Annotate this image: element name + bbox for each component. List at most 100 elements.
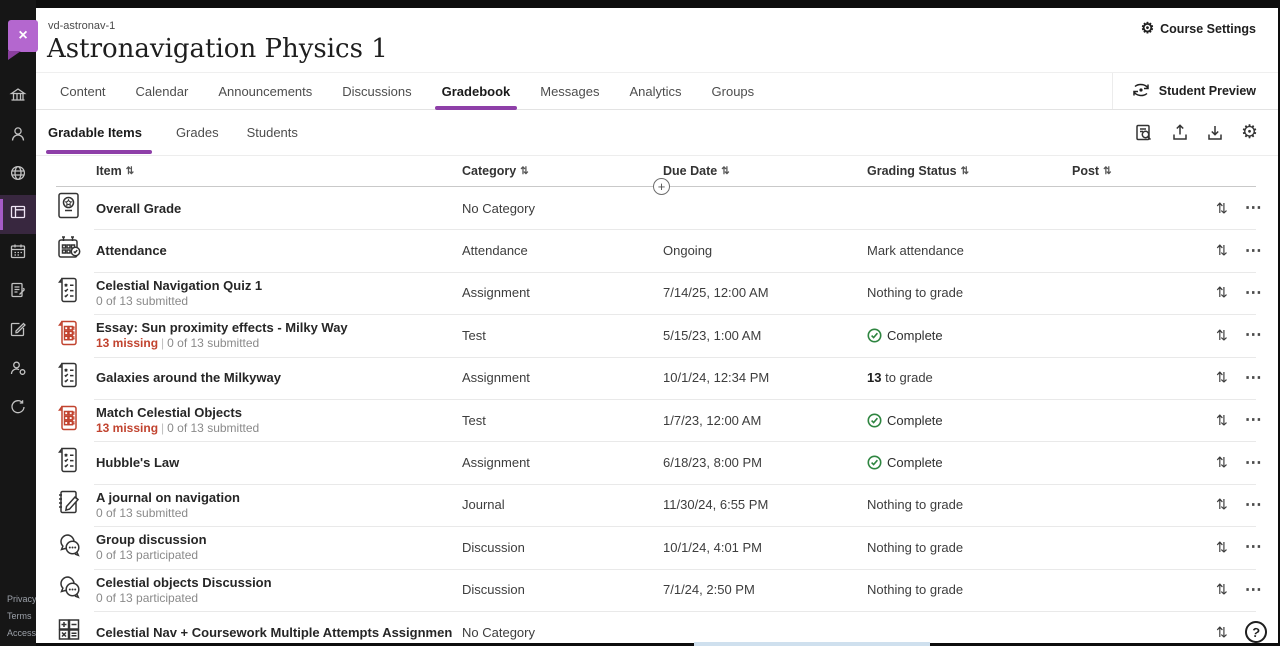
column-header-post[interactable]: Post⇅ [1072,164,1216,178]
student-preview-button[interactable]: Student Preview [1112,73,1278,109]
table-row[interactable]: Celestial objects Discussion 0 of 13 par… [56,569,1256,611]
item-title[interactable]: Match Celestial Objects [96,405,452,420]
sidebar-item-admin-tools[interactable] [0,351,36,390]
gradable-items-table: Overall Grade No Category ⇅⋯ Attendance … [36,187,1278,643]
item-due-date: 5/15/23, 1:00 AM [663,328,867,343]
sidebar-item-grades[interactable] [0,273,36,312]
column-header-grading-status[interactable]: Grading Status⇅ [867,164,1072,178]
table-row[interactable]: A journal on navigation 0 of 13 submitte… [56,484,1256,526]
course-panel: vd-astronav-1 Astronavigation Physics 1 … [36,8,1278,643]
item-title[interactable]: A journal on navigation [96,490,452,505]
item-title[interactable]: Galaxies around the Milkyway [96,370,452,385]
tab-groups[interactable]: Groups [697,73,770,109]
row-menu-button[interactable]: ⋯ [1245,288,1263,298]
privacy-link[interactable]: Privacy [7,591,36,608]
gradable-items-table-header: Item⇅ Category⇅ Due Date⇅ Grading Status… [56,156,1256,187]
tab-discussions[interactable]: Discussions [327,73,426,109]
row-menu-button[interactable]: ⋯ [1245,500,1263,510]
item-submitted-count: 0 of 13 submitted [167,336,259,350]
tab-students[interactable]: Students [233,125,312,140]
sidebar-item-calendar[interactable] [0,234,36,273]
column-header-due-date[interactable]: Due Date⇅ [663,164,867,178]
tab-gradebook[interactable]: Gradebook [427,73,526,109]
close-course-button[interactable]: × [8,20,38,60]
course-settings-button[interactable]: ⚙ Course Settings [1141,21,1256,36]
tab-messages[interactable]: Messages [525,73,614,109]
reorder-handle-icon[interactable]: ⇅ [1216,624,1228,641]
table-row[interactable]: Group discussion 0 of 13 participated Di… [56,526,1256,568]
reorder-handle-icon[interactable]: ⇅ [1216,539,1228,556]
item-due-date: 11/30/24, 6:55 PM [663,497,867,512]
table-row[interactable]: Galaxies around the Milkyway Assignment … [56,357,1256,399]
item-grading-status: Complete [867,413,1072,428]
reorder-handle-icon[interactable]: ⇅ [1216,327,1228,344]
item-category: Assignment [462,285,663,300]
attendance-icon [56,234,82,267]
reorder-handle-icon[interactable]: ⇅ [1216,200,1228,217]
item-title[interactable]: Overall Grade [96,201,452,216]
table-row[interactable]: Hubble's Law Assignment 6/18/23, 8:00 PM… [56,441,1256,483]
upload-gradebook-icon[interactable] [1171,123,1189,142]
tab-gradable-items[interactable]: Gradable Items [48,125,162,140]
sidebar-item-sign-out[interactable] [0,390,36,429]
item-title[interactable]: Celestial Nav + Coursework Multiple Atte… [96,625,452,640]
add-item-button[interactable]: + [653,178,670,195]
tab-announcements[interactable]: Announcements [203,73,327,109]
sidebar-item-activity[interactable] [0,156,36,195]
download-gradebook-icon[interactable] [1206,123,1224,142]
row-menu-button[interactable]: ⋯ [1245,203,1263,213]
assignment-icon [56,361,80,394]
column-header-category[interactable]: Category⇅ [462,164,663,178]
column-header-item[interactable]: Item⇅ [96,164,462,178]
row-menu-button[interactable]: ⋯ [1245,542,1263,552]
sidebar-item-institution[interactable] [0,78,36,117]
tab-grades[interactable]: Grades [162,125,233,140]
row-menu-button[interactable]: ⋯ [1245,415,1263,425]
close-icon: × [18,27,27,45]
item-title[interactable]: Hubble's Law [96,455,452,470]
table-row[interactable]: Attendance Attendance Ongoing Mark atten… [56,229,1256,271]
course-header: vd-astronav-1 Astronavigation Physics 1 … [36,8,1278,72]
item-title[interactable]: Essay: Sun proximity effects - Milky Way [96,320,452,335]
tab-calendar[interactable]: Calendar [121,73,204,109]
reorder-handle-icon[interactable]: ⇅ [1216,284,1228,301]
overall-grade-icon [56,191,81,225]
table-row[interactable]: Match Celestial Objects 13 missing|0 of … [56,399,1256,441]
tab-analytics[interactable]: Analytics [615,73,697,109]
item-grading-status: Complete [867,328,1072,343]
search-gradable-items-icon[interactable] [1134,123,1154,143]
sort-icon: ⇅ [961,166,969,177]
institution-icon [9,86,27,109]
gear-icon: ⚙ [1141,21,1154,36]
reorder-handle-icon[interactable]: ⇅ [1216,412,1228,429]
item-category: Test [462,328,663,343]
table-row[interactable]: Celestial Nav + Coursework Multiple Atte… [56,611,1256,643]
reorder-handle-icon[interactable]: ⇅ [1216,496,1228,513]
tab-content[interactable]: Content [45,73,121,109]
table-row[interactable]: Celestial Navigation Quiz 1 0 of 13 subm… [56,272,1256,314]
reorder-handle-icon[interactable]: ⇅ [1216,242,1228,259]
item-submitted-count: 0 of 13 submitted [96,506,188,520]
row-menu-button[interactable]: ⋯ [1245,246,1263,256]
reorder-handle-icon[interactable]: ⇅ [1216,581,1228,598]
row-menu-button[interactable]: ⋯ [1245,458,1263,468]
sidebar-item-compose[interactable] [0,312,36,351]
bottom-panel-edge [694,642,930,646]
reorder-handle-icon[interactable]: ⇅ [1216,369,1228,386]
gradebook-settings-icon[interactable]: ⚙ [1241,123,1258,142]
row-menu-button[interactable]: ⋯ [1245,585,1263,595]
sidebar-item-profile[interactable] [0,117,36,156]
item-title[interactable]: Celestial objects Discussion [96,575,452,590]
reorder-handle-icon[interactable]: ⇅ [1216,454,1228,471]
accessibility-link[interactable]: Accessibility [7,625,36,642]
item-title[interactable]: Group discussion [96,532,452,547]
table-row[interactable]: Essay: Sun proximity effects - Milky Way… [56,314,1256,356]
row-menu-button[interactable]: ⋯ [1245,373,1263,383]
item-title[interactable]: Celestial Navigation Quiz 1 [96,278,452,293]
sidebar-item-courses[interactable] [0,195,36,234]
terms-link[interactable]: Terms [7,608,36,625]
test-icon [56,319,80,352]
row-menu-button[interactable]: ⋯ [1245,330,1263,340]
item-title[interactable]: Attendance [96,243,452,258]
help-button[interactable]: ? [1243,620,1268,643]
